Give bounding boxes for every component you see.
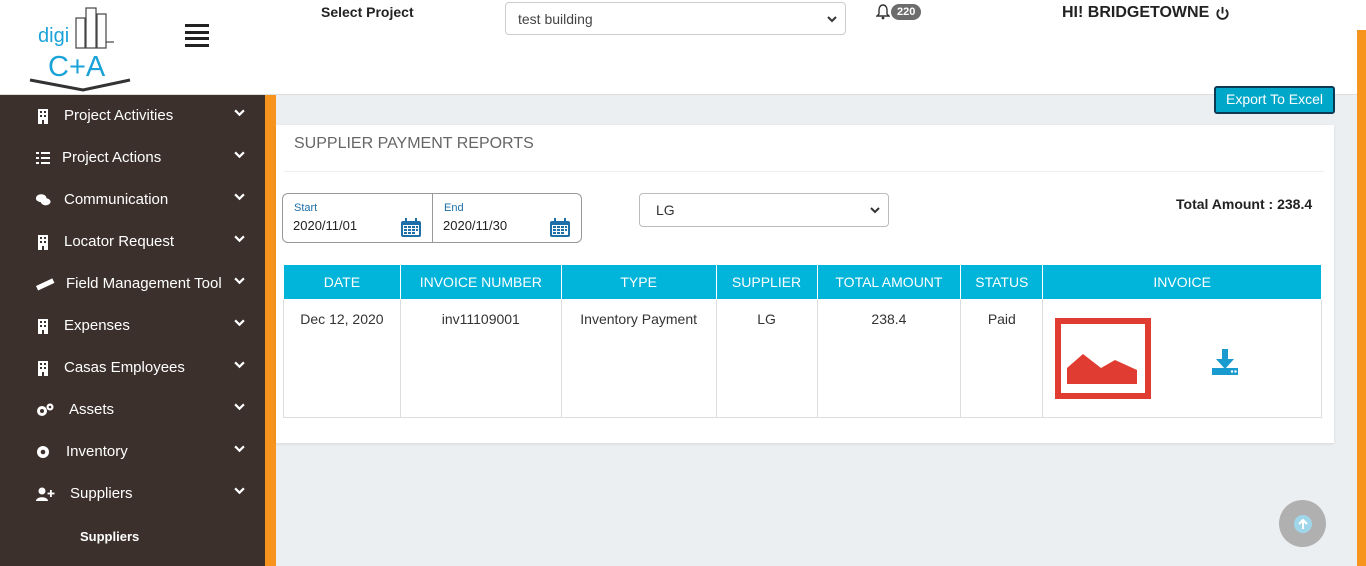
sidebar-item-label: Locator Request — [64, 233, 175, 250]
sidebar-item-label: Project Activities — [64, 107, 174, 124]
supplier-select-value: LG — [656, 202, 675, 218]
chevron-down-icon — [827, 15, 837, 22]
col-supplier: SUPPLIER — [715, 264, 818, 300]
sidebar-item-field-management-tool[interactable]: Field Management Tool — [0, 263, 265, 305]
table-header-row: DATE INVOICE NUMBER TYPE SUPPLIER TOTAL … — [283, 264, 1322, 300]
title-divider — [284, 171, 1324, 172]
chevron-down-icon — [870, 207, 880, 214]
sidebar-item-suppliers[interactable]: Suppliers — [0, 473, 265, 515]
ruler-icon — [35, 278, 55, 291]
payments-table: DATE INVOICE NUMBER TYPE SUPPLIER TOTAL … — [283, 264, 1322, 418]
calendar-icon[interactable] — [549, 218, 571, 238]
col-invoice-number: INVOICE NUMBER — [399, 264, 562, 300]
chevron-down-icon — [234, 193, 245, 201]
chevron-down-icon — [234, 109, 245, 117]
bell-icon — [876, 4, 890, 20]
end-date-label: End — [444, 202, 464, 214]
supplier-select[interactable]: LG — [639, 193, 889, 227]
chevron-down-icon — [234, 235, 245, 243]
col-invoice: INVOICE — [1042, 264, 1322, 300]
col-date: DATE — [283, 264, 401, 300]
sidebar-item-label: Expenses — [64, 317, 130, 334]
project-select[interactable]: test building — [505, 2, 846, 35]
export-to-excel-button[interactable]: Export To Excel — [1214, 86, 1335, 114]
chevron-down-icon — [234, 151, 245, 159]
user-greeting: HI! BRIDGETOWNE — [1062, 4, 1230, 22]
col-status: STATUS — [960, 264, 1044, 300]
end-date-field[interactable]: End 2020/11/30 — [432, 194, 581, 242]
start-date-field[interactable]: Start 2020/11/01 — [283, 194, 432, 242]
chevron-down-icon — [234, 319, 245, 327]
sidebar-item-expenses[interactable]: Expenses — [0, 305, 265, 347]
cell-invoice-number: inv11109001 — [399, 299, 562, 418]
end-date-value: 2020/11/30 — [443, 218, 508, 233]
total-amount: Total Amount : 238.4 — [1176, 196, 1313, 212]
greeting-text: HI! BRIDGETOWNE — [1062, 4, 1210, 21]
supplier-payment-report-card: SUPPLIER PAYMENT REPORTS Start 2020/11/0… — [276, 125, 1334, 443]
building-icon — [38, 109, 48, 124]
sidebar: Project Activities Project Actions Commu… — [0, 95, 265, 566]
arrow-up-icon — [1293, 514, 1312, 533]
select-project-label: Select Project — [321, 4, 414, 20]
chevron-down-icon — [234, 445, 245, 453]
cell-status: Paid — [960, 299, 1044, 418]
sidebar-item-label: Assets — [69, 401, 115, 418]
svg-text:digi: digi — [38, 25, 69, 47]
notifications[interactable]: 220 — [876, 4, 922, 20]
sidebar-item-communication[interactable]: Communication — [0, 179, 265, 221]
user-plus-icon — [36, 487, 55, 501]
gear-icon — [37, 446, 49, 458]
scroll-to-top-button[interactable] — [1279, 500, 1326, 547]
sidebar-subitem-suppliers[interactable]: Suppliers — [80, 529, 139, 544]
cell-type: Inventory Payment — [560, 299, 717, 418]
sidebar-item-label: Field Management Tool — [66, 275, 222, 292]
chat-icon — [35, 194, 51, 206]
building-icon — [38, 235, 48, 250]
cell-total-amount: 238.4 — [816, 299, 962, 418]
sidebar-accent-stripe — [265, 95, 276, 566]
building-icon — [38, 319, 48, 334]
app-logo[interactable]: digi C+A — [28, 4, 134, 92]
page-title: SUPPLIER PAYMENT REPORTS — [294, 135, 534, 152]
sidebar-item-label: Communication — [64, 191, 169, 208]
top-header: digi C+A Select Project test building 22… — [0, 0, 1366, 95]
download-icon[interactable] — [1211, 348, 1239, 376]
notification-badge: 220 — [891, 4, 922, 20]
sidebar-item-label: Inventory — [66, 443, 128, 460]
cell-date: Dec 12, 2020 — [283, 299, 401, 418]
power-icon[interactable] — [1215, 6, 1230, 21]
start-date-label: Start — [294, 202, 318, 214]
chevron-down-icon — [234, 277, 245, 285]
project-select-value: test building — [518, 10, 593, 27]
sidebar-item-assets[interactable]: Assets — [0, 389, 265, 431]
col-type: TYPE — [560, 264, 717, 300]
image-icon[interactable] — [1055, 318, 1152, 399]
sidebar-item-label: Casas Employees — [64, 359, 185, 376]
calendar-icon[interactable] — [400, 218, 422, 238]
col-total-amount: TOTAL AMOUNT — [816, 264, 962, 300]
sidebar-item-label: Suppliers — [70, 485, 133, 502]
chevron-down-icon — [234, 361, 245, 369]
sidebar-item-label: Project Actions — [62, 149, 162, 166]
date-range-picker[interactable]: Start 2020/11/01 End 2020/11/30 — [282, 193, 582, 243]
sidebar-item-inventory[interactable]: Inventory — [0, 431, 265, 473]
svg-text:C+A: C+A — [48, 51, 106, 83]
start-date-value: 2020/11/01 — [293, 218, 358, 233]
building-icon — [38, 361, 48, 376]
sidebar-item-project-actions[interactable]: Project Actions — [0, 137, 265, 179]
cell-invoice — [1042, 299, 1322, 418]
menu-toggle-icon[interactable] — [185, 24, 209, 47]
list-icon — [36, 152, 50, 164]
cell-supplier: LG — [715, 299, 818, 418]
sidebar-item-locator-request[interactable]: Locator Request — [0, 221, 265, 263]
gears-icon — [37, 403, 54, 416]
chevron-down-icon — [234, 403, 245, 411]
table-row: Dec 12, 2020 inv11109001 Inventory Payme… — [283, 299, 1322, 418]
right-accent-stripe — [1357, 30, 1366, 566]
chevron-down-icon — [234, 487, 245, 495]
sidebar-item-casas-employees[interactable]: Casas Employees — [0, 347, 265, 389]
sidebar-item-project-activities[interactable]: Project Activities — [0, 95, 265, 137]
